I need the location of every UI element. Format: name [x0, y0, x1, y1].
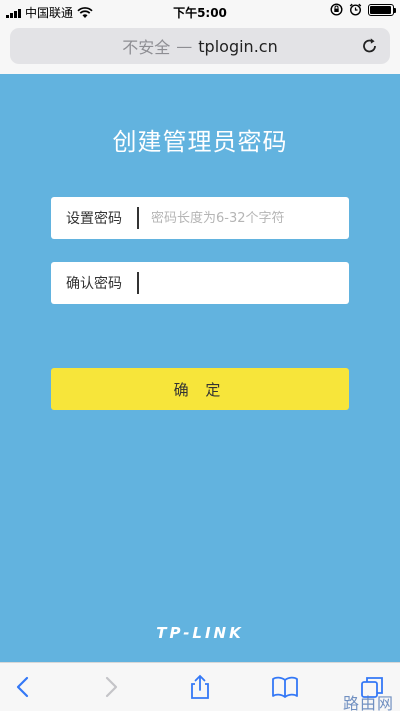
browser-toolbar	[0, 662, 400, 711]
main-content: 创建管理员密码 设置密码 确认密码 确 定 TP-LINK	[0, 74, 400, 662]
bookmarks-icon[interactable]	[271, 673, 299, 701]
alarm-icon	[349, 3, 362, 16]
text-caret	[137, 272, 139, 294]
address-bar[interactable]: 不安全 — tplogin.cn	[10, 28, 390, 64]
confirm-password-field[interactable]: 确认密码	[51, 262, 349, 304]
battery-fill	[370, 5, 391, 14]
back-icon[interactable]	[10, 673, 38, 701]
insecure-label: 不安全	[122, 38, 171, 57]
status-bar: 中国联通 下午5:00	[0, 0, 400, 22]
confirm-password-input[interactable]	[151, 268, 349, 298]
status-right	[330, 3, 396, 16]
share-icon[interactable]	[186, 673, 214, 701]
reload-icon[interactable]	[360, 36, 380, 56]
address-host: tplogin.cn	[198, 36, 278, 56]
battery-icon	[368, 3, 396, 16]
watermark: 路由网	[342, 694, 394, 711]
page-title: 创建管理员密码	[112, 128, 288, 156]
text-caret	[137, 207, 139, 229]
password-input[interactable]	[151, 203, 349, 233]
brand-logo: TP-LINK	[156, 624, 244, 642]
confirm-password-label: 确认密码	[66, 276, 122, 292]
password-field[interactable]: 设置密码	[51, 197, 349, 239]
lock-rotation-icon	[330, 3, 343, 16]
forward-icon[interactable]	[96, 673, 124, 701]
confirm-button[interactable]: 确 定	[51, 368, 349, 410]
address-separator: —	[176, 36, 193, 56]
password-label: 设置密码	[66, 211, 122, 227]
address-area: 不安全 — tplogin.cn	[0, 22, 400, 74]
